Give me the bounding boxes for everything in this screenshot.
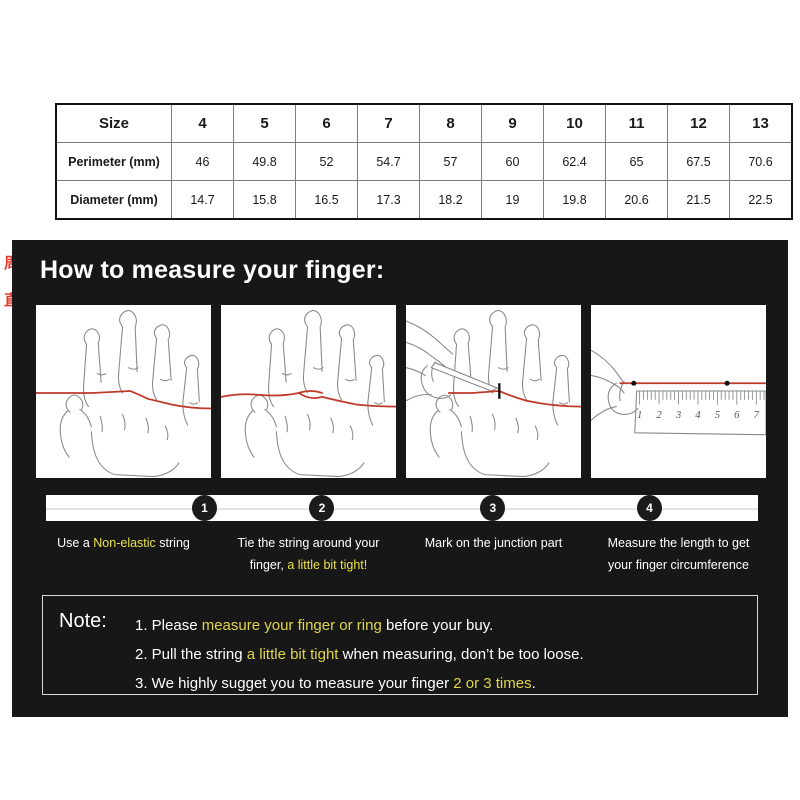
note-box: Note: 1. Please measure your finger or r… [42,595,758,695]
table-row-size: Size 4 5 6 7 8 9 10 11 12 13 [55,103,793,143]
note-segment: when measuring, don’t be too loose. [338,646,584,663]
size-cell: 7 [357,103,420,143]
svg-text:7: 7 [754,409,760,421]
note-segment: . [531,675,536,692]
note-highlight: 2 or 3 times [453,675,532,692]
row-header-diameter: Diameter (mm) [55,180,172,220]
caption-segment: Measure the length to get your finger ci… [607,536,750,572]
ruler-tick-labels: 1 2 3 4 5 6 7 [637,409,760,421]
step-marker-2[interactable]: 2 [309,495,335,521]
perimeter-cell: 54.7 [357,142,420,181]
perimeter-cell: 46 [171,142,234,181]
row-header-perimeter: Perimeter (mm) [55,142,172,181]
step-caption-3: Mark on the junction part [406,532,581,576]
perimeter-cell: 65 [605,142,668,181]
hand-with-string-illustration [36,310,211,478]
note-highlight: a little bit tight [246,646,339,663]
caption-highlight: a little bit tight! [287,558,368,572]
diameter-cell: 18.2 [419,180,482,220]
size-cell: 5 [233,103,296,143]
ruler-measure-illustration: 1 2 3 4 5 6 7 [591,349,766,436]
table-row-perimeter: Perimeter (mm) 46 49.8 52 54.7 57 60 62.… [55,142,793,181]
note-line: 2. Pull the string a little bit tight wh… [135,640,747,669]
illustration-panels: 1 2 3 4 5 6 7 [36,305,766,478]
step-marker-4[interactable]: 4 [636,495,662,521]
svg-text:4: 4 [695,409,701,421]
diameter-cell: 14.7 [171,180,234,220]
hand-marking-illustration [406,310,581,478]
step-marker-3[interactable]: 3 [480,495,506,521]
caption-segment: Use a [57,536,94,550]
step-marker-1[interactable]: 1 [191,495,217,521]
note-highlight: measure your finger or ring [201,617,382,634]
note-label: Note: [59,610,107,632]
note-line: 3. We highly sugget you to measure your … [135,669,747,698]
steps-progress-bar: 1 2 3 4 [46,495,758,521]
diameter-cell: 21.5 [667,180,730,220]
size-cell: 8 [419,103,482,143]
svg-text:3: 3 [675,409,681,421]
diameter-cell: 16.5 [295,180,358,220]
perimeter-cell: 57 [419,142,482,181]
perimeter-cell: 62.4 [543,142,606,181]
ruler-measure-panel: 1 2 3 4 5 6 7 [591,305,766,478]
ring-size-table: Size 4 5 6 7 8 9 10 11 12 13 Perimeter (… [55,103,793,220]
table-row-diameter: Diameter (mm) 14.7 15.8 16.5 17.3 18.2 1… [55,180,793,220]
perimeter-cell: 60 [481,142,544,181]
diameter-cell: 15.8 [233,180,296,220]
note-list: 1. Please measure your finger or ring be… [135,611,747,698]
note-segment: 2. Pull the string [135,646,247,663]
svg-text:6: 6 [734,409,740,421]
step-caption-4: Measure the length to get your finger ci… [591,532,766,576]
caption-highlight: Non-elastic [93,536,156,550]
diameter-cell: 17.3 [357,180,420,220]
diameter-cell: 22.5 [729,180,793,220]
step-caption-1: Use a Non-elastic string [36,532,211,576]
perimeter-cell: 49.8 [233,142,296,181]
hand-marking-panel [406,305,581,478]
size-cell: 6 [295,103,358,143]
svg-text:5: 5 [715,409,721,421]
size-cell: 4 [171,103,234,143]
svg-text:2: 2 [656,409,662,421]
hand-string-tied-panel [221,305,396,478]
size-cell: 12 [667,103,730,143]
diameter-cell: 20.6 [605,180,668,220]
step-caption-2: Tie the string around your finger, a lit… [221,532,396,576]
size-chart-section: 周长 直径 Size 4 5 6 7 8 9 10 11 12 13 Perim… [0,103,800,309]
perimeter-cell: 67.5 [667,142,730,181]
step-captions: Use a Non-elastic string Tie the string … [36,532,766,576]
size-cell: 10 [543,103,606,143]
diameter-cell: 19 [481,180,544,220]
note-segment: 3. We highly sugget you to measure your … [135,675,454,692]
note-segment: before your buy. [381,617,494,634]
hand-string-tied-illustration [221,310,396,478]
caption-segment: Mark on the junction part [424,536,563,550]
size-cell: 13 [729,103,793,143]
perimeter-cell: 52 [295,142,358,181]
note-line: 1. Please measure your finger or ring be… [135,611,747,640]
row-header-size: Size [55,103,172,143]
size-cell: 11 [605,103,668,143]
perimeter-cell: 70.6 [729,142,793,181]
diameter-cell: 19.8 [543,180,606,220]
note-segment: 1. Please [135,617,202,634]
svg-text:1: 1 [637,409,642,421]
size-cell: 9 [481,103,544,143]
page-title: How to measure your finger: [40,256,385,284]
how-to-measure-panel: How to measure your finger: 1 2 3 4 5 6 … [12,240,788,717]
hand-with-string-panel [36,305,211,478]
caption-segment: string [155,536,190,550]
